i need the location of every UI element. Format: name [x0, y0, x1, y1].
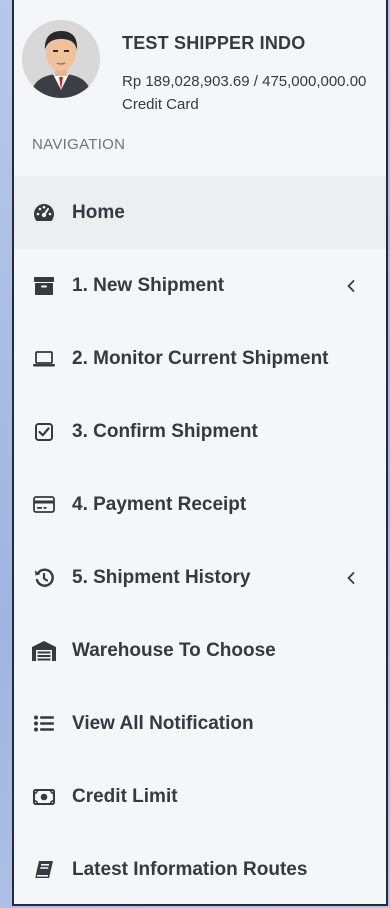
nav-item-new-shipment[interactable]: 1. New Shipment: [14, 249, 386, 322]
nav-item-label: Home: [72, 201, 125, 223]
nav-header: NAVIGATION: [32, 136, 126, 153]
nav-list: Home 1. New Shipment 2. Monitor Current …: [14, 176, 386, 904]
history-icon: [32, 566, 56, 590]
nav-item-label: 4. Payment Receipt: [72, 493, 247, 515]
page-background: TEST SHIPPER INDO Rp 189,028,903.69 / 47…: [0, 0, 390, 908]
nav-item-label: 1. New Shipment: [72, 274, 225, 296]
nav-item-label: 3. Confirm Shipment: [72, 420, 258, 442]
credit-card-icon: [32, 493, 56, 517]
user-credit-balance: Rp 189,028,903.69 / 475,000,000.00: [122, 73, 367, 90]
money-bill-icon: [32, 785, 56, 809]
nav-item-label: 2. Monitor Current Shipment: [72, 347, 329, 369]
nav-item-shipment-history[interactable]: 5. Shipment History: [14, 541, 386, 614]
nav-item-credit-limit[interactable]: Credit Limit: [14, 760, 386, 833]
chevron-left-icon[interactable]: [344, 276, 358, 296]
nav-item-monitor-current-shipment[interactable]: 2. Monitor Current Shipment: [14, 322, 386, 395]
sidebar: TEST SHIPPER INDO Rp 189,028,903.69 / 47…: [12, 0, 388, 906]
laptop-icon: [32, 347, 56, 371]
checkbox-icon: [32, 420, 56, 444]
user-avatar[interactable]: [22, 20, 100, 98]
user-panel: TEST SHIPPER INDO Rp 189,028,903.69 / 47…: [14, 0, 386, 120]
nav-item-latest-information-routes[interactable]: Latest Information Routes: [14, 833, 386, 904]
nav-item-label: View All Notification: [72, 712, 254, 734]
nav-item-label: 5. Shipment History: [72, 566, 251, 588]
book-icon: [32, 858, 56, 882]
nav-item-warehouse-to-choose[interactable]: Warehouse To Choose: [14, 614, 386, 687]
user-name[interactable]: TEST SHIPPER INDO: [122, 33, 305, 54]
nav-item-home[interactable]: Home: [14, 176, 386, 249]
warehouse-icon: [32, 639, 56, 663]
archive-box-icon: [32, 274, 56, 298]
nav-item-label: Credit Limit: [72, 785, 178, 807]
dashboard-icon: [32, 201, 56, 225]
nav-item-label: Latest Information Routes: [72, 858, 308, 880]
user-payment-method: Credit Card: [122, 96, 199, 113]
nav-item-payment-receipt[interactable]: 4. Payment Receipt: [14, 468, 386, 541]
nav-item-view-all-notification[interactable]: View All Notification: [14, 687, 386, 760]
nav-item-confirm-shipment[interactable]: 3. Confirm Shipment: [14, 395, 386, 468]
nav-item-label: Warehouse To Choose: [72, 639, 276, 661]
chevron-left-icon[interactable]: [344, 568, 358, 588]
list-icon: [32, 712, 56, 736]
avatar-icon: [22, 20, 100, 98]
